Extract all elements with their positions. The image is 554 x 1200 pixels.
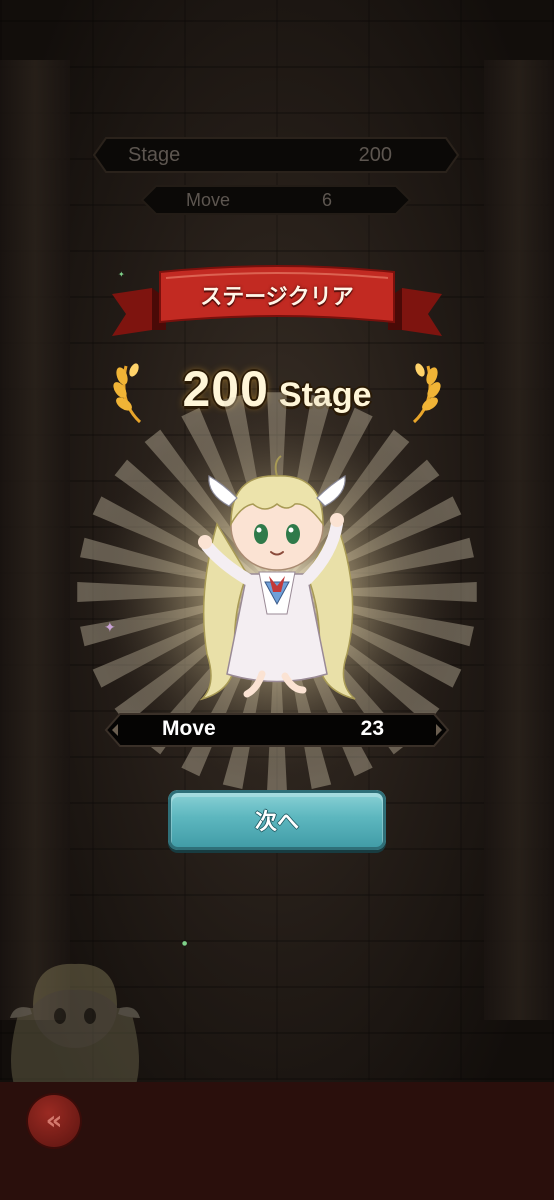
move-plate-label: Move — [186, 189, 231, 210]
sparkle-icon: ● — [182, 940, 188, 947]
double-chevron-left-icon[interactable]: « — [28, 1095, 80, 1147]
sparkle-icon: ✦ — [118, 270, 125, 279]
stage-plate-label: Stage — [128, 143, 181, 166]
move-result-label: Move — [162, 717, 216, 740]
character-mavis — [198, 455, 356, 701]
right-pillar — [484, 60, 554, 1020]
left-pillar — [0, 60, 70, 1020]
sparkle-icon: ✦ — [104, 620, 116, 636]
move-result-value: 23 — [360, 717, 384, 740]
bottom-bar — [0, 1082, 554, 1200]
faded-character — [10, 963, 140, 1088]
stage-clear-text: ステージクリア — [200, 285, 354, 310]
move-plate-value: 6 — [321, 189, 332, 210]
move-result-bar — [104, 712, 450, 748]
stage-plate: Stage 200 — [92, 136, 460, 174]
stage-plate-value: 200 — [358, 143, 392, 166]
move-plate: Move 6 — [140, 184, 412, 216]
next-button[interactable]: 次へ — [168, 790, 386, 850]
